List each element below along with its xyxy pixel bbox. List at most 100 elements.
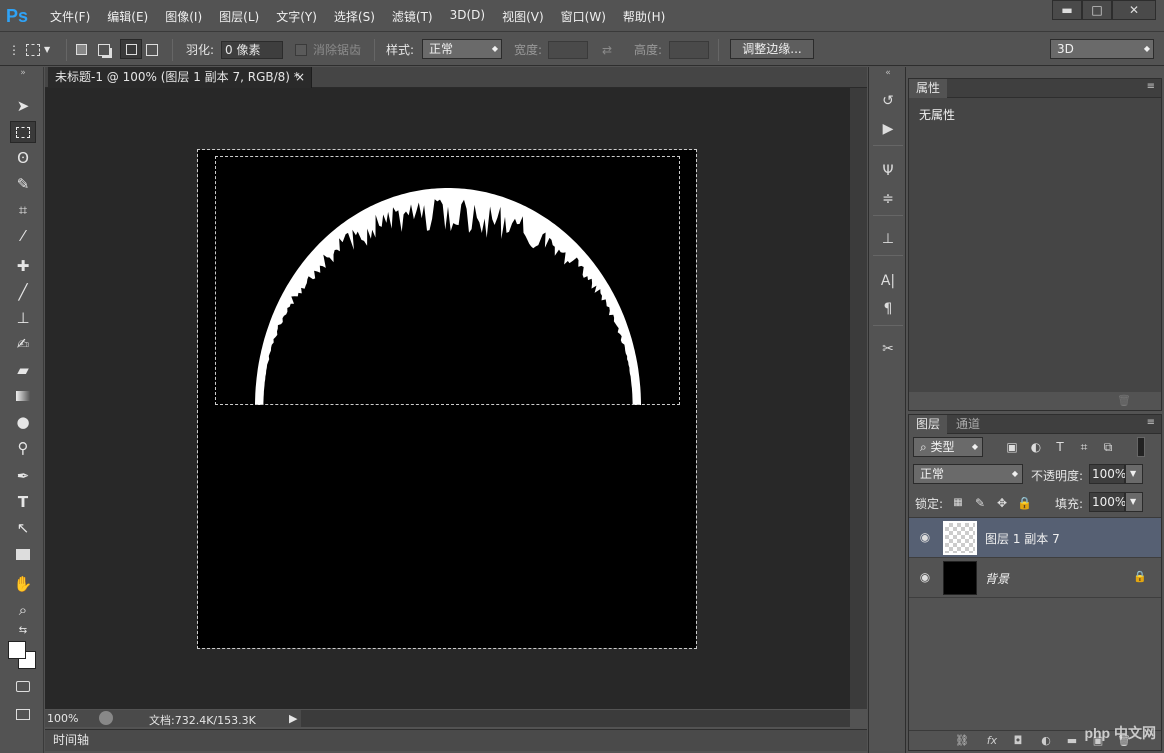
lock-image-icon[interactable]: ✎ (973, 496, 987, 510)
menu-image[interactable]: 图像(I) (165, 8, 202, 25)
menu-layer[interactable]: 图层(L) (219, 8, 259, 25)
tab-layers[interactable]: 图层 (909, 415, 948, 434)
menu-window[interactable]: 窗口(W) (561, 8, 606, 25)
filter-pixel-icon[interactable]: ▣ (1005, 440, 1019, 454)
filter-adjustment-icon[interactable]: ◐ (1029, 440, 1043, 454)
intersect-selection-icon[interactable] (146, 33, 158, 66)
new-group-icon[interactable]: ▬ (1063, 733, 1081, 749)
layer-filter-select[interactable]: ⌕ 类型 ◆ (913, 437, 983, 457)
trash-icon[interactable]: 🗑 (1117, 394, 1131, 407)
eyedropper-tool-icon[interactable]: ⁄ (10, 225, 36, 247)
history-brush-tool-icon[interactable]: ✍ (10, 333, 36, 355)
panel-menu-icon[interactable]: ≡ (1147, 417, 1155, 428)
workspace-select[interactable]: 3D ◆ (1050, 39, 1154, 59)
menu-file[interactable]: 文件(F) (50, 8, 90, 25)
filter-type-icon[interactable]: T (1053, 440, 1067, 454)
tool-presets-icon[interactable]: ✂ (877, 339, 899, 359)
menu-3d[interactable]: 3D(D) (450, 8, 485, 25)
zoom-level[interactable]: 100% (47, 712, 78, 725)
tab-channels[interactable]: 通道 (949, 415, 987, 434)
close-tab-icon[interactable]: × (295, 67, 305, 87)
menu-view[interactable]: 视图(V) (502, 8, 544, 25)
new-selection-icon[interactable] (76, 33, 87, 66)
menu-select[interactable]: 选择(S) (334, 8, 375, 25)
blend-mode-select[interactable]: 正常 ◆ (913, 464, 1023, 484)
foreground-color-swatch[interactable] (8, 641, 26, 659)
layer-row[interactable]: ◉ 背景 🔒 (909, 558, 1161, 598)
height-input[interactable] (669, 40, 709, 59)
dodge-tool-icon[interactable]: ⚲ (10, 437, 36, 459)
antialias-checkbox[interactable] (295, 43, 307, 56)
add-selection-icon[interactable] (98, 33, 110, 66)
move-tool-icon[interactable]: ➤ (10, 95, 36, 117)
gradient-tool-icon[interactable] (10, 385, 36, 407)
brush-tool-icon[interactable]: ╱ (10, 281, 36, 303)
menu-edit[interactable]: 编辑(E) (107, 8, 148, 25)
status-menu-arrow-icon[interactable]: ▶ (289, 712, 297, 725)
zoom-tool-icon[interactable]: ⌕ (10, 599, 36, 621)
opacity-dropdown-icon[interactable]: ▼ (1125, 464, 1143, 484)
lasso-tool-icon[interactable]: ʘ (10, 147, 36, 169)
layer-row[interactable]: ◉ 图层 1 副本 7 (909, 518, 1161, 558)
timeline-panel-tab[interactable]: 时间轴 (45, 729, 867, 751)
healing-brush-tool-icon[interactable]: ✚ (10, 255, 36, 277)
new-adjustment-icon[interactable]: ◐ (1037, 733, 1055, 749)
panel-menu-icon[interactable]: ≡ (1147, 81, 1155, 92)
quick-mask-icon[interactable] (10, 675, 36, 697)
panel-collapse-icon[interactable]: » (10, 67, 36, 79)
style-select[interactable]: 正常 ◆ (422, 39, 502, 59)
menu-type[interactable]: 文字(Y) (276, 8, 317, 25)
close-button[interactable]: ✕ (1112, 0, 1156, 20)
quick-select-tool-icon[interactable]: ✎ (10, 173, 36, 195)
path-select-tool-icon[interactable]: ↖ (10, 517, 36, 539)
document-canvas[interactable] (198, 150, 696, 648)
opacity-input[interactable]: 100% (1089, 464, 1126, 484)
filter-shape-icon[interactable]: ⌗ (1077, 440, 1091, 454)
crop-tool-icon[interactable]: ⌗ (10, 199, 36, 221)
layer-style-fx-icon[interactable]: fx (983, 733, 1001, 749)
status-info-icon[interactable] (99, 711, 113, 725)
document-tab[interactable]: 未标题-1 @ 100% (图层 1 副本 7, RGB/8) * × (48, 67, 312, 88)
vertical-scrollbar[interactable] (850, 88, 867, 709)
visibility-eye-icon[interactable]: ◉ (917, 530, 933, 546)
feather-input[interactable]: 0 像素 (221, 40, 283, 59)
maximize-button[interactable]: □ (1082, 0, 1112, 20)
swap-icon[interactable]: ⇄ (602, 33, 612, 66)
filter-toggle[interactable] (1137, 437, 1145, 457)
refine-edge-button[interactable]: 调整边缘... (730, 39, 814, 59)
hand-tool-icon[interactable]: ✋ (10, 573, 36, 595)
swap-colors-icon[interactable]: ⇆ (10, 623, 36, 637)
subtract-selection-icon[interactable] (120, 39, 142, 59)
paragraph-icon[interactable]: ¶ (877, 299, 899, 319)
adjustments-icon[interactable]: ≑ (877, 189, 899, 209)
rect-marquee-preset-icon[interactable]: ▼ (26, 33, 50, 66)
menu-help[interactable]: 帮助(H) (623, 8, 665, 25)
minimize-button[interactable]: ▬ (1052, 0, 1082, 20)
type-tool-icon[interactable]: T (10, 491, 36, 513)
lock-position-icon[interactable]: ✥ (995, 496, 1009, 510)
lock-transparent-icon[interactable]: ▦ (951, 496, 965, 510)
horizontal-scrollbar[interactable] (301, 710, 850, 727)
filter-smart-object-icon[interactable]: ⧉ (1101, 440, 1115, 454)
fill-input[interactable]: 100% (1089, 492, 1126, 512)
dock-collapse-icon[interactable]: « (877, 67, 899, 79)
width-input[interactable] (548, 40, 588, 59)
character-icon[interactable]: A| (877, 271, 899, 291)
clone-source-icon[interactable]: ⊥ (877, 229, 899, 249)
actions-play-icon[interactable]: ▶ (877, 119, 899, 139)
rectangle-shape-tool-icon[interactable] (10, 543, 36, 565)
rect-marquee-tool-icon[interactable] (10, 121, 36, 143)
link-layers-icon[interactable]: ⛓ (953, 733, 971, 749)
history-icon[interactable]: ↺ (877, 91, 899, 111)
eraser-tool-icon[interactable]: ▰ (10, 359, 36, 381)
pen-tool-icon[interactable]: ✒ (10, 465, 36, 487)
menu-filter[interactable]: 滤镜(T) (392, 8, 433, 25)
brush-presets-icon[interactable]: Ψ (877, 161, 899, 181)
screen-mode-icon[interactable] (10, 703, 36, 725)
lock-all-icon[interactable]: 🔒 (1017, 496, 1032, 510)
tab-properties[interactable]: 属性 (909, 79, 948, 98)
color-swatches[interactable] (8, 641, 38, 671)
blur-tool-icon[interactable]: ● (10, 411, 36, 433)
fill-dropdown-icon[interactable]: ▼ (1125, 492, 1143, 512)
clone-stamp-tool-icon[interactable]: ⊥ (10, 307, 36, 329)
